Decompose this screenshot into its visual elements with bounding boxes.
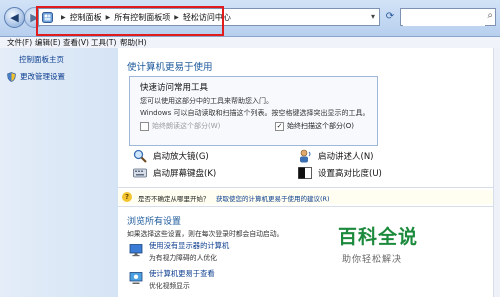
sidebar-item-home[interactable]: 控制面板主页 [19, 54, 64, 65]
always-scan-label: 始终扫描这个部分(O) [287, 122, 354, 130]
panel-title: 快速访问常用工具 [140, 83, 209, 93]
panel-description-2: Windows 可以自动读取和扫描这个列表。按空格键选择突出显示的工具。 [140, 109, 370, 117]
divider [118, 187, 500, 188]
lightbulb-icon: ? [122, 192, 132, 202]
narrator-icon [300, 149, 311, 163]
start-magnifier-label: 启动放大镜(G) [153, 152, 209, 162]
section-title: 浏览所有设置 [127, 217, 182, 227]
display-icon [129, 272, 143, 284]
start-onscreen-keyboard-button[interactable]: 启动屏幕键盘(K) [133, 166, 216, 180]
menu-help[interactable]: 帮助(H) [120, 37, 147, 48]
start-narrator-button[interactable]: 启动讲述人(N) [298, 149, 374, 163]
contrast-icon [298, 167, 312, 179]
sidebar: 控制面板主页 更改管理设置 [0, 48, 118, 297]
no-display-description: 为有视力障碍的人优化 [149, 254, 217, 262]
panel-description: 您可以使用这部分中的工具来帮助您入门。 [140, 97, 273, 105]
easier-to-see-link[interactable]: 使计算机更易于查看 [149, 269, 215, 279]
title-bar: ◀ ▶ ▶ 控制面板 ▶ 所有控制面板项 ▶ 轻松访问中心 ▾ ⟳ ⌕ [0, 0, 500, 37]
always-read-checkbox-row[interactable]: 始终朗读这个部分(W) [140, 121, 220, 131]
highlight-box [36, 6, 224, 36]
tip-question: 是否不确定从哪里开始？ [138, 195, 210, 203]
always-scan-checkbox[interactable]: ✓ [275, 121, 284, 131]
back-button[interactable]: ◀ [4, 7, 25, 28]
chevron-down-icon[interactable]: ▾ [371, 12, 375, 21]
always-read-label: 始终朗读这个部分(W) [152, 122, 221, 130]
magnifier-icon [133, 149, 147, 163]
tip-bar: ? 是否不确定从哪里开始？ 获取使您的计算机更易于使用的建议(R) [118, 190, 500, 204]
menu-file[interactable]: 文件(F) [7, 37, 32, 48]
shield-icon [7, 71, 16, 82]
set-high-contrast-button[interactable]: 设置高对比度(U) [298, 166, 382, 180]
start-narrator-label: 启动讲述人(N) [318, 152, 374, 162]
watermark-subtitle: 助你轻松解决 [342, 255, 403, 265]
page-title: 使计算机更易于使用 [127, 62, 213, 73]
search-box: ⌕ [400, 8, 496, 26]
set-high-contrast-label: 设置高对比度(U) [318, 169, 382, 179]
search-input[interactable] [403, 10, 485, 26]
tip-suggestions-link[interactable]: 获取使您的计算机更易于使用的建议(R) [216, 193, 330, 203]
start-onscreen-keyboard-label: 启动屏幕键盘(K) [153, 169, 217, 179]
easier-to-see-description: 优化视频显示 [149, 282, 190, 290]
list-item-easier-to-see[interactable]: 使计算机更易于查看 优化视频显示 [129, 269, 389, 291]
always-read-checkbox[interactable] [140, 121, 149, 131]
always-scan-checkbox-row[interactable]: ✓ 始终扫描这个部分(O) [275, 121, 354, 131]
menu-view[interactable]: 查看(V) [63, 37, 89, 48]
start-magnifier-button[interactable]: 启动放大镜(G) [133, 149, 209, 163]
menu-bar: 文件(F) 编辑(E) 查看(V) 工具(T) 帮助(H) [0, 37, 500, 48]
divider [118, 206, 500, 207]
watermark: 百科全说 助你轻松解决 [338, 222, 468, 270]
watermark-title: 百科全说 [338, 226, 419, 248]
quick-access-panel: 快速访问常用工具 您可以使用这部分中的工具来帮助您入门。 Windows 可以自… [129, 76, 378, 146]
sidebar-item-admin-settings[interactable]: 更改管理设置 [7, 71, 65, 82]
monitor-icon [129, 244, 143, 257]
menu-edit[interactable]: 编辑(E) [35, 37, 61, 48]
refresh-icon[interactable]: ⟳ [382, 8, 398, 26]
keyboard-icon [133, 168, 147, 178]
no-display-link[interactable]: 使用没有显示器的计算机 [149, 241, 229, 251]
menu-tools[interactable]: 工具(T) [91, 37, 116, 48]
scrollbar[interactable] [493, 48, 500, 297]
section-description: 如果选择这些设置，则在每次登录时都会自动启动。 [127, 230, 284, 238]
sidebar-item-label: 更改管理设置 [20, 72, 65, 81]
search-icon[interactable]: ⌕ [487, 10, 493, 21]
